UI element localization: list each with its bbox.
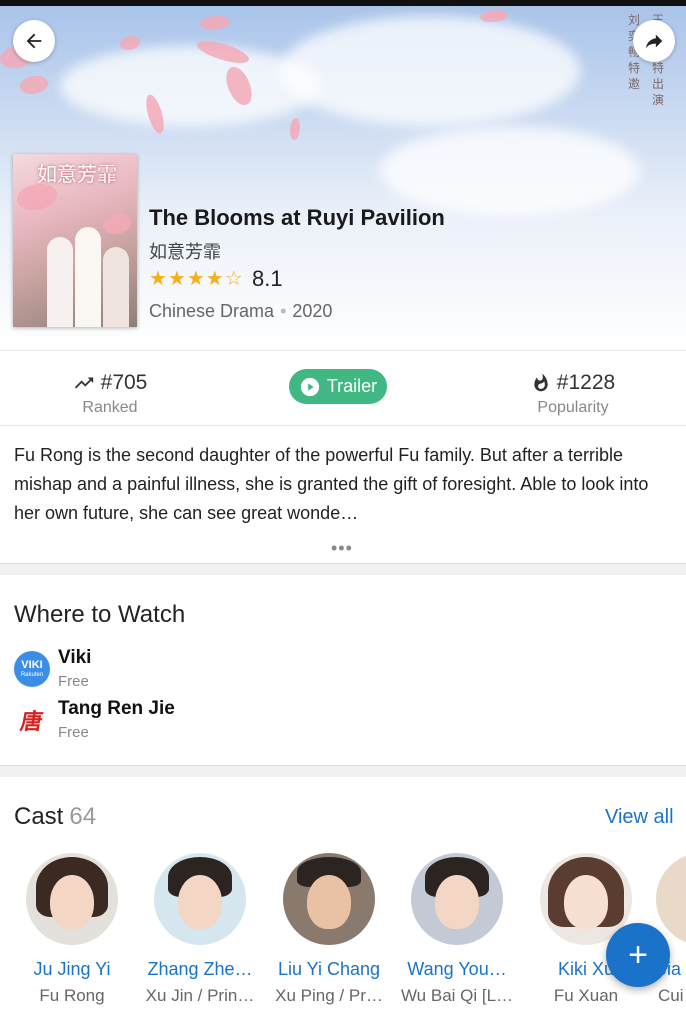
plus-icon: + [628,935,648,974]
trailer-button[interactable]: Trailer [289,369,387,404]
trending-up-icon [74,377,93,389]
share-button[interactable] [633,20,675,62]
show-category: Chinese Drama [149,301,275,321]
cast-member[interactable]: Wang You… Wu Bai Qi [L… [394,853,520,1006]
ranked-label: Ranked [82,399,138,416]
show-year: 2020 [292,301,333,321]
cast-name: Zhang Zhe… [147,959,253,979]
cast-role: Fu Xuan [553,986,619,1005]
popularity-value: #1228 [556,371,616,394]
popularity-stat[interactable]: #1228 Popularity [508,371,638,417]
rating-value: 8.1 [252,266,283,291]
avatar [656,853,686,945]
cast-role: Fu Rong [39,986,105,1005]
cast-role: Xu Jin / Prin… [145,986,255,1005]
flame-icon [534,373,548,392]
cast-member[interactable]: Liu Yi Chang Xu Ping / Pr… [266,853,392,1006]
view-all-cast-link[interactable]: View all [605,806,674,829]
cast-member[interactable]: Ju Jing Yi Fu Rong [9,853,135,1006]
play-circle-icon [300,377,319,396]
section-gap [0,563,686,575]
meta-separator: • [280,301,287,321]
header-banner: 刘奕畅特邀 王佑硕特出演 如意芳霏 The Blooms at Ruyi Pav… [0,6,686,350]
show-poster: 如意芳霏 [13,154,137,327]
cast-name: Wang You… [407,959,507,979]
popularity-label: Popularity [537,399,609,416]
cast-title: Cast [14,803,64,830]
rating-stars: ★★★★☆ [149,268,244,290]
add-to-list-button[interactable]: + [606,923,670,987]
provider-price: Free [58,673,89,690]
cast-role: Xu Ping / Pr… [275,986,383,1005]
poster-title-text: 如意芳霏 [37,162,117,186]
ranked-value: #705 [100,371,148,394]
divider [0,350,686,351]
provider-price: Free [58,724,89,741]
section-gap [0,765,686,777]
cast-role: Cui [658,986,684,1005]
show-title: The Blooms at Ruyi Pavilion [149,205,445,230]
cast-name: Ju Jing Yi [33,959,111,979]
where-to-watch-title: Where to Watch [14,601,186,628]
arrow-left-icon [26,33,42,49]
show-meta: Chinese Drama • 2020 [149,301,332,322]
divider [0,425,686,426]
avatar [283,853,375,945]
trailer-label: Trailer [326,376,378,396]
cast-section-title: Cast 64 [14,803,96,831]
expand-synopsis-button[interactable]: ••• [331,538,353,559]
cast-count: 64 [69,803,97,830]
viki-logo-icon: VIKI Rakuten [14,651,50,687]
show-native-title: 如意芳霏 [149,242,221,263]
back-button[interactable] [13,20,55,62]
share-arrow-icon [645,34,663,49]
avatar [154,853,246,945]
ranked-stat[interactable]: #705 Ranked [50,371,170,417]
avatar [411,853,503,945]
cast-member[interactable]: Zhang Zhe… Xu Jin / Prin… [137,853,263,1006]
cast-name: Liu Yi Chang [277,959,381,979]
tang-ren-jie-logo-icon: 唐 [14,702,50,738]
avatar [26,853,118,945]
provider-name: Viki [58,647,92,668]
provider-name: Tang Ren Jie [58,698,175,719]
cast-role: Wu Bai Qi [L… [400,986,514,1005]
synopsis-text: Fu Rong is the second daughter of the po… [14,445,649,523]
